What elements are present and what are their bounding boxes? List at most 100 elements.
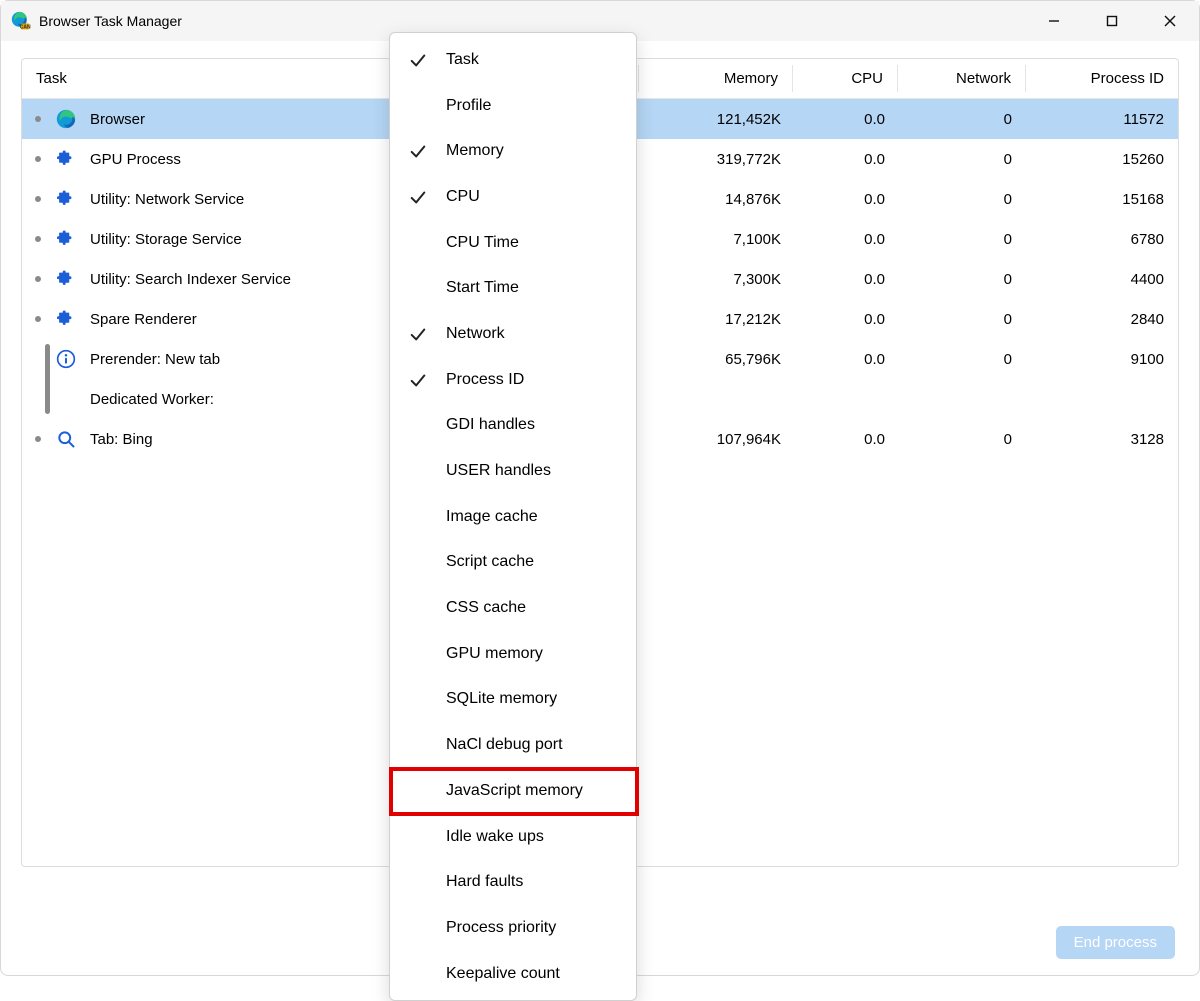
menu-item-label: Task (446, 51, 636, 69)
cell-memory: 14,876K (642, 191, 795, 208)
menu-item[interactable]: Network (390, 311, 636, 357)
menu-item-label: NaCl debug port (446, 736, 636, 754)
row-bullet (22, 196, 54, 202)
check-icon (390, 325, 446, 343)
cell-network: 0 (899, 231, 1026, 248)
menu-item[interactable]: CSS cache (390, 585, 636, 631)
menu-item[interactable]: Process priority (390, 905, 636, 951)
row-bullet (22, 276, 54, 282)
puzzle-icon (54, 309, 78, 329)
cell-pid: 15260 (1026, 151, 1178, 168)
menu-item-label: CSS cache (446, 599, 636, 617)
minimize-button[interactable] (1025, 1, 1083, 41)
col-network-label: Network (956, 70, 1011, 87)
menu-item[interactable]: Keepalive count (390, 951, 636, 997)
column-context-menu: Task Profile Memory CPU CPU Time Start Time Ne… (389, 32, 637, 1001)
row-bullet (22, 156, 54, 162)
menu-item-label: Idle wake ups (446, 828, 636, 846)
cell-cpu: 0.0 (795, 311, 899, 328)
cell-network: 0 (899, 191, 1026, 208)
menu-item[interactable]: GPU memory (390, 631, 636, 677)
cell-network: 0 (899, 431, 1026, 448)
menu-item[interactable]: Profile (390, 83, 636, 129)
cell-memory: 107,964K (642, 431, 795, 448)
cell-network: 0 (899, 311, 1026, 328)
close-button[interactable] (1141, 1, 1199, 41)
col-network[interactable]: Network (898, 59, 1025, 98)
row-bullet (22, 116, 54, 122)
col-cpu-label: CPU (851, 70, 883, 87)
menu-item-label: CPU Time (446, 234, 636, 252)
maximize-button[interactable] (1083, 1, 1141, 41)
menu-item-label: Process priority (446, 919, 636, 937)
menu-item-label: Keepalive count (446, 965, 636, 983)
col-pid-label: Process ID (1091, 70, 1164, 87)
check-icon (390, 142, 446, 160)
cell-cpu: 0.0 (795, 151, 899, 168)
menu-item[interactable]: Memory (390, 128, 636, 174)
menu-item[interactable]: Script cache (390, 540, 636, 586)
puzzle-icon (54, 269, 78, 289)
cell-cpu: 0.0 (795, 351, 899, 368)
cell-pid: 9100 (1026, 351, 1178, 368)
row-bullet (22, 436, 54, 442)
menu-item-label: JavaScript memory (446, 782, 636, 800)
check-icon (390, 51, 446, 69)
puzzle-icon (54, 149, 78, 169)
cell-cpu: 0.0 (795, 271, 899, 288)
menu-item-label: Profile (446, 97, 636, 115)
cell-memory: 7,100K (642, 231, 795, 248)
menu-item[interactable]: CPU Time (390, 220, 636, 266)
puzzle-icon (54, 229, 78, 249)
menu-item[interactable]: GDI handles (390, 403, 636, 449)
menu-item[interactable]: Hard faults (390, 859, 636, 905)
menu-item-label: Hard faults (446, 873, 636, 891)
cell-pid: 15168 (1026, 191, 1178, 208)
row-bullet (22, 236, 54, 242)
menu-item-label: Process ID (446, 371, 636, 389)
menu-item-label: Memory (446, 142, 636, 160)
menu-item[interactable]: Start Time (390, 265, 636, 311)
menu-item-label: CPU (446, 188, 636, 206)
menu-item-label: Image cache (446, 508, 636, 526)
menu-item[interactable]: Image cache (390, 494, 636, 540)
window-controls (1025, 1, 1199, 41)
cell-cpu: 0.0 (795, 111, 899, 128)
thread-group-bar (45, 344, 50, 414)
cell-network: 0 (899, 351, 1026, 368)
cell-cpu: 0.0 (795, 431, 899, 448)
menu-item-label: GPU memory (446, 645, 636, 663)
cell-cpu: 0.0 (795, 191, 899, 208)
menu-item-label: Script cache (446, 553, 636, 571)
menu-item[interactable]: USER handles (390, 448, 636, 494)
window-title: Browser Task Manager (39, 13, 182, 29)
col-pid[interactable]: Process ID (1026, 59, 1178, 98)
menu-item-label: SQLite memory (446, 690, 636, 708)
menu-item[interactable]: Process ID (390, 357, 636, 403)
menu-item[interactable]: JavaScript memory (390, 768, 636, 814)
cell-pid: 11572 (1026, 111, 1178, 128)
cell-memory: 17,212K (642, 311, 795, 328)
cell-memory: 65,796K (642, 351, 795, 368)
col-memory[interactable]: Memory (639, 59, 792, 98)
cell-memory: 7,300K (642, 271, 795, 288)
menu-item[interactable]: NaCl debug port (390, 722, 636, 768)
cell-network: 0 (899, 151, 1026, 168)
menu-item-label: Start Time (446, 279, 636, 297)
window-frame: CAN Browser Task Manager Task Memory CPU… (0, 0, 1200, 976)
menu-item-label: Network (446, 325, 636, 343)
col-cpu[interactable]: CPU (793, 59, 897, 98)
cell-memory: 121,452K (642, 111, 795, 128)
cell-network: 0 (899, 271, 1026, 288)
cell-pid: 6780 (1026, 231, 1178, 248)
row-bullet (22, 316, 54, 322)
end-process-button[interactable]: End process (1056, 926, 1175, 959)
menu-item[interactable]: CPU (390, 174, 636, 220)
menu-item[interactable]: Task (390, 37, 636, 83)
cell-pid: 3128 (1026, 431, 1178, 448)
menu-item[interactable]: Idle wake ups (390, 814, 636, 860)
menu-item[interactable]: SQLite memory (390, 677, 636, 723)
col-task-label: Task (36, 70, 67, 87)
check-icon (390, 371, 446, 389)
cell-pid: 2840 (1026, 311, 1178, 328)
